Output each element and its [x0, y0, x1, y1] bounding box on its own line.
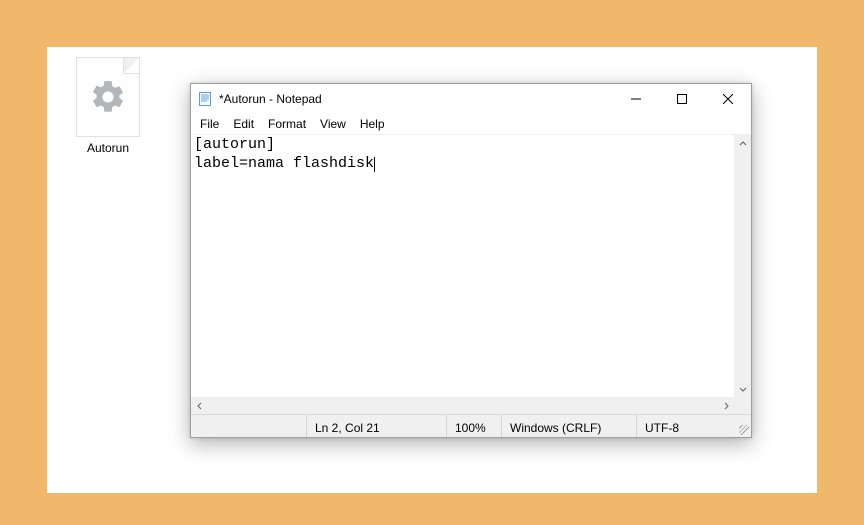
menu-format[interactable]: Format — [261, 116, 313, 132]
menu-edit[interactable]: Edit — [226, 116, 261, 132]
resize-grip-icon[interactable] — [734, 415, 751, 437]
status-lncol: Ln 2, Col 21 — [306, 415, 446, 437]
titlebar[interactable]: *Autorun - Notepad — [191, 84, 751, 114]
notepad-app-icon — [197, 91, 213, 107]
desktop-file-autorun[interactable]: Autorun — [67, 57, 149, 155]
status-zoom: 100% — [446, 415, 501, 437]
scroll-down-icon[interactable] — [735, 380, 751, 397]
vertical-scrollbar[interactable] — [734, 135, 751, 397]
menu-view[interactable]: View — [313, 116, 353, 132]
editor-area: [autorun] label=nama flashdisk — [191, 134, 751, 397]
status-encoding: UTF-8 — [636, 415, 734, 437]
file-thumb — [76, 57, 140, 137]
gear-icon — [89, 78, 127, 116]
text-editor[interactable]: [autorun] label=nama flashdisk — [191, 135, 734, 397]
scroll-track-v[interactable] — [735, 152, 751, 380]
status-eol: Windows (CRLF) — [501, 415, 636, 437]
editor-content: [autorun] label=nama flashdisk — [194, 136, 374, 172]
menu-help[interactable]: Help — [353, 116, 392, 132]
scroll-left-icon[interactable] — [191, 398, 208, 414]
statusbar: Ln 2, Col 21 100% Windows (CRLF) UTF-8 — [191, 414, 751, 437]
minimize-button[interactable] — [613, 84, 659, 114]
close-button[interactable] — [705, 84, 751, 114]
scroll-track-h[interactable] — [208, 398, 717, 414]
horizontal-scrollbar[interactable] — [191, 397, 751, 414]
window-controls — [613, 84, 751, 114]
scroll-up-icon[interactable] — [735, 135, 751, 152]
text-caret — [374, 157, 375, 172]
menubar: File Edit Format View Help — [191, 114, 751, 134]
menu-file[interactable]: File — [193, 116, 226, 132]
scroll-corner — [734, 398, 751, 415]
status-spacer — [191, 415, 306, 437]
notepad-window: *Autorun - Notepad File Edit Format View… — [190, 83, 752, 438]
scroll-right-icon[interactable] — [717, 398, 734, 414]
window-title: *Autorun - Notepad — [219, 92, 613, 106]
maximize-button[interactable] — [659, 84, 705, 114]
desktop-icon-label: Autorun — [87, 141, 129, 155]
desktop-background: Autorun *Autorun - Notepad — [47, 47, 817, 493]
